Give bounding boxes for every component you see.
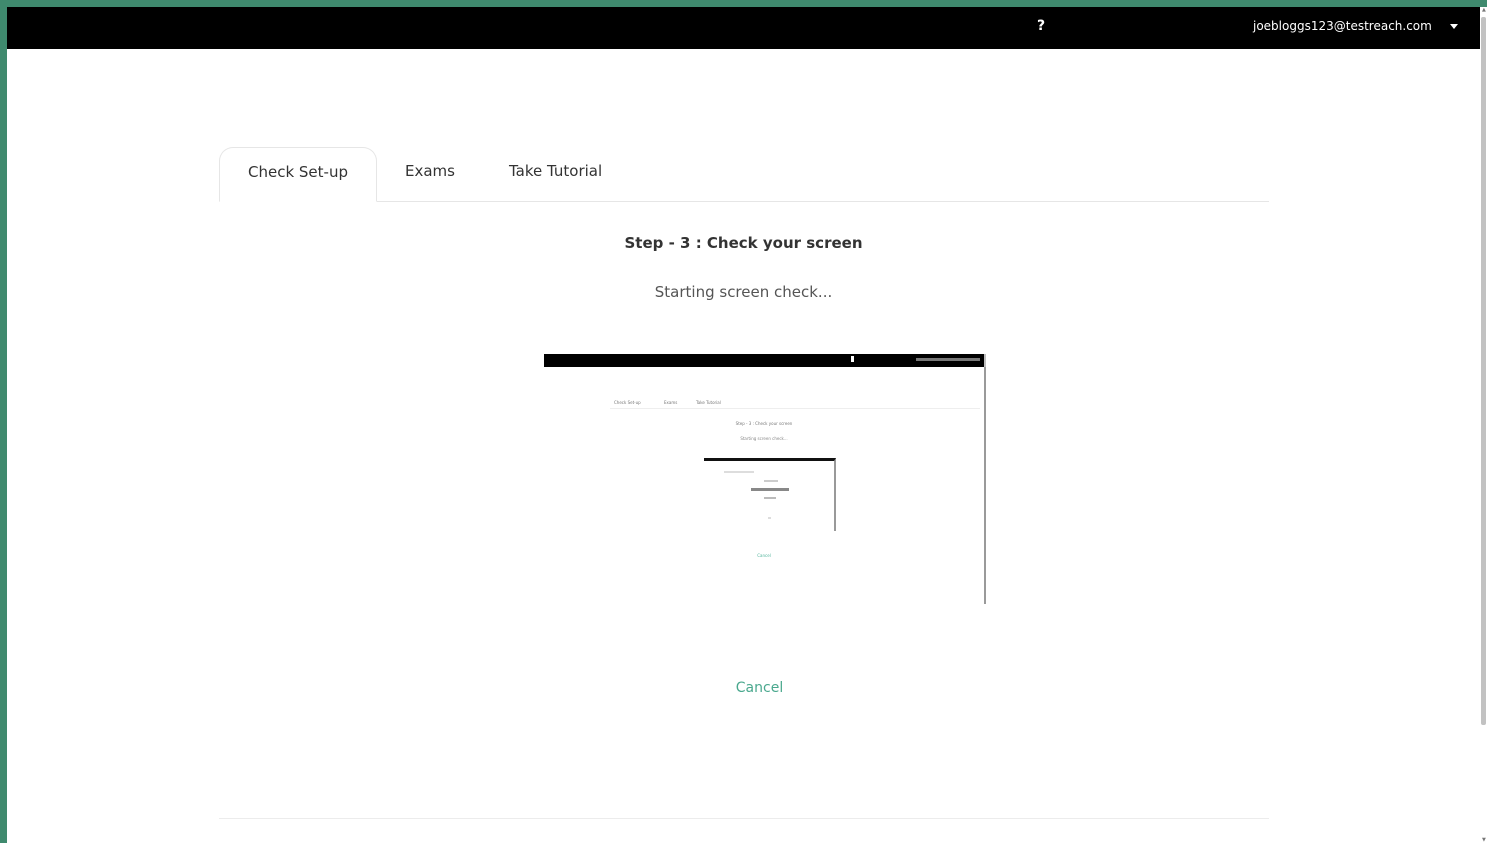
nested-status [764, 497, 776, 499]
preview-nested-screen [704, 458, 836, 531]
preview-tab-take-tutorial: Take Tutorial [696, 400, 721, 405]
preview-scrollbar [984, 367, 986, 604]
user-email: joebloggs123@testreach.com [1253, 19, 1432, 33]
nested-tabs [724, 471, 754, 473]
preview-navbar [544, 354, 984, 367]
tab-take-tutorial[interactable]: Take Tutorial [509, 147, 602, 202]
status-text: Starting screen check... [654, 283, 833, 301]
preview-user-menu [916, 358, 980, 361]
nested-cancel [768, 517, 771, 519]
nested-step [764, 480, 778, 482]
screen-preview: Check Set-up Exams Take Tutorial Step - … [544, 354, 986, 604]
tab-check-setup[interactable]: Check Set-up [219, 147, 377, 202]
preview-tab-check-setup: Check Set-up [614, 400, 641, 405]
preview-status-text: Starting screen check... [740, 436, 788, 441]
nested-bar [751, 488, 789, 491]
main-tabs: Check Set-up Exams Take Tutorial [219, 147, 1269, 202]
footer-divider [219, 818, 1269, 819]
preview-tabs: Check Set-up Exams Take Tutorial [610, 397, 980, 409]
preview-tab-exams: Exams [664, 400, 678, 405]
page-scrollbar[interactable]: ▲ ▼ [1480, 7, 1487, 843]
preview-cancel: Cancel [757, 553, 771, 558]
scroll-up-icon[interactable]: ▲ [1482, 7, 1486, 13]
cancel-button[interactable]: Cancel [7, 680, 1480, 696]
scrollbar-thumb[interactable] [1481, 17, 1486, 725]
scroll-down-icon[interactable]: ▼ [1482, 837, 1486, 843]
chevron-down-icon [1449, 23, 1458, 29]
tab-exams[interactable]: Exams [405, 147, 455, 202]
step-title: Step - 3 : Check your screen [624, 234, 863, 252]
app-window: ? joebloggs123@testreach.com Check Set-u… [7, 7, 1480, 843]
top-navbar: ? joebloggs123@testreach.com [7, 7, 1480, 49]
user-menu[interactable]: joebloggs123@testreach.com [1253, 19, 1458, 33]
help-icon[interactable]: ? [1037, 18, 1045, 34]
preview-step-title: Step - 3 : Check your screen [735, 421, 793, 426]
preview-help-icon [851, 356, 854, 362]
